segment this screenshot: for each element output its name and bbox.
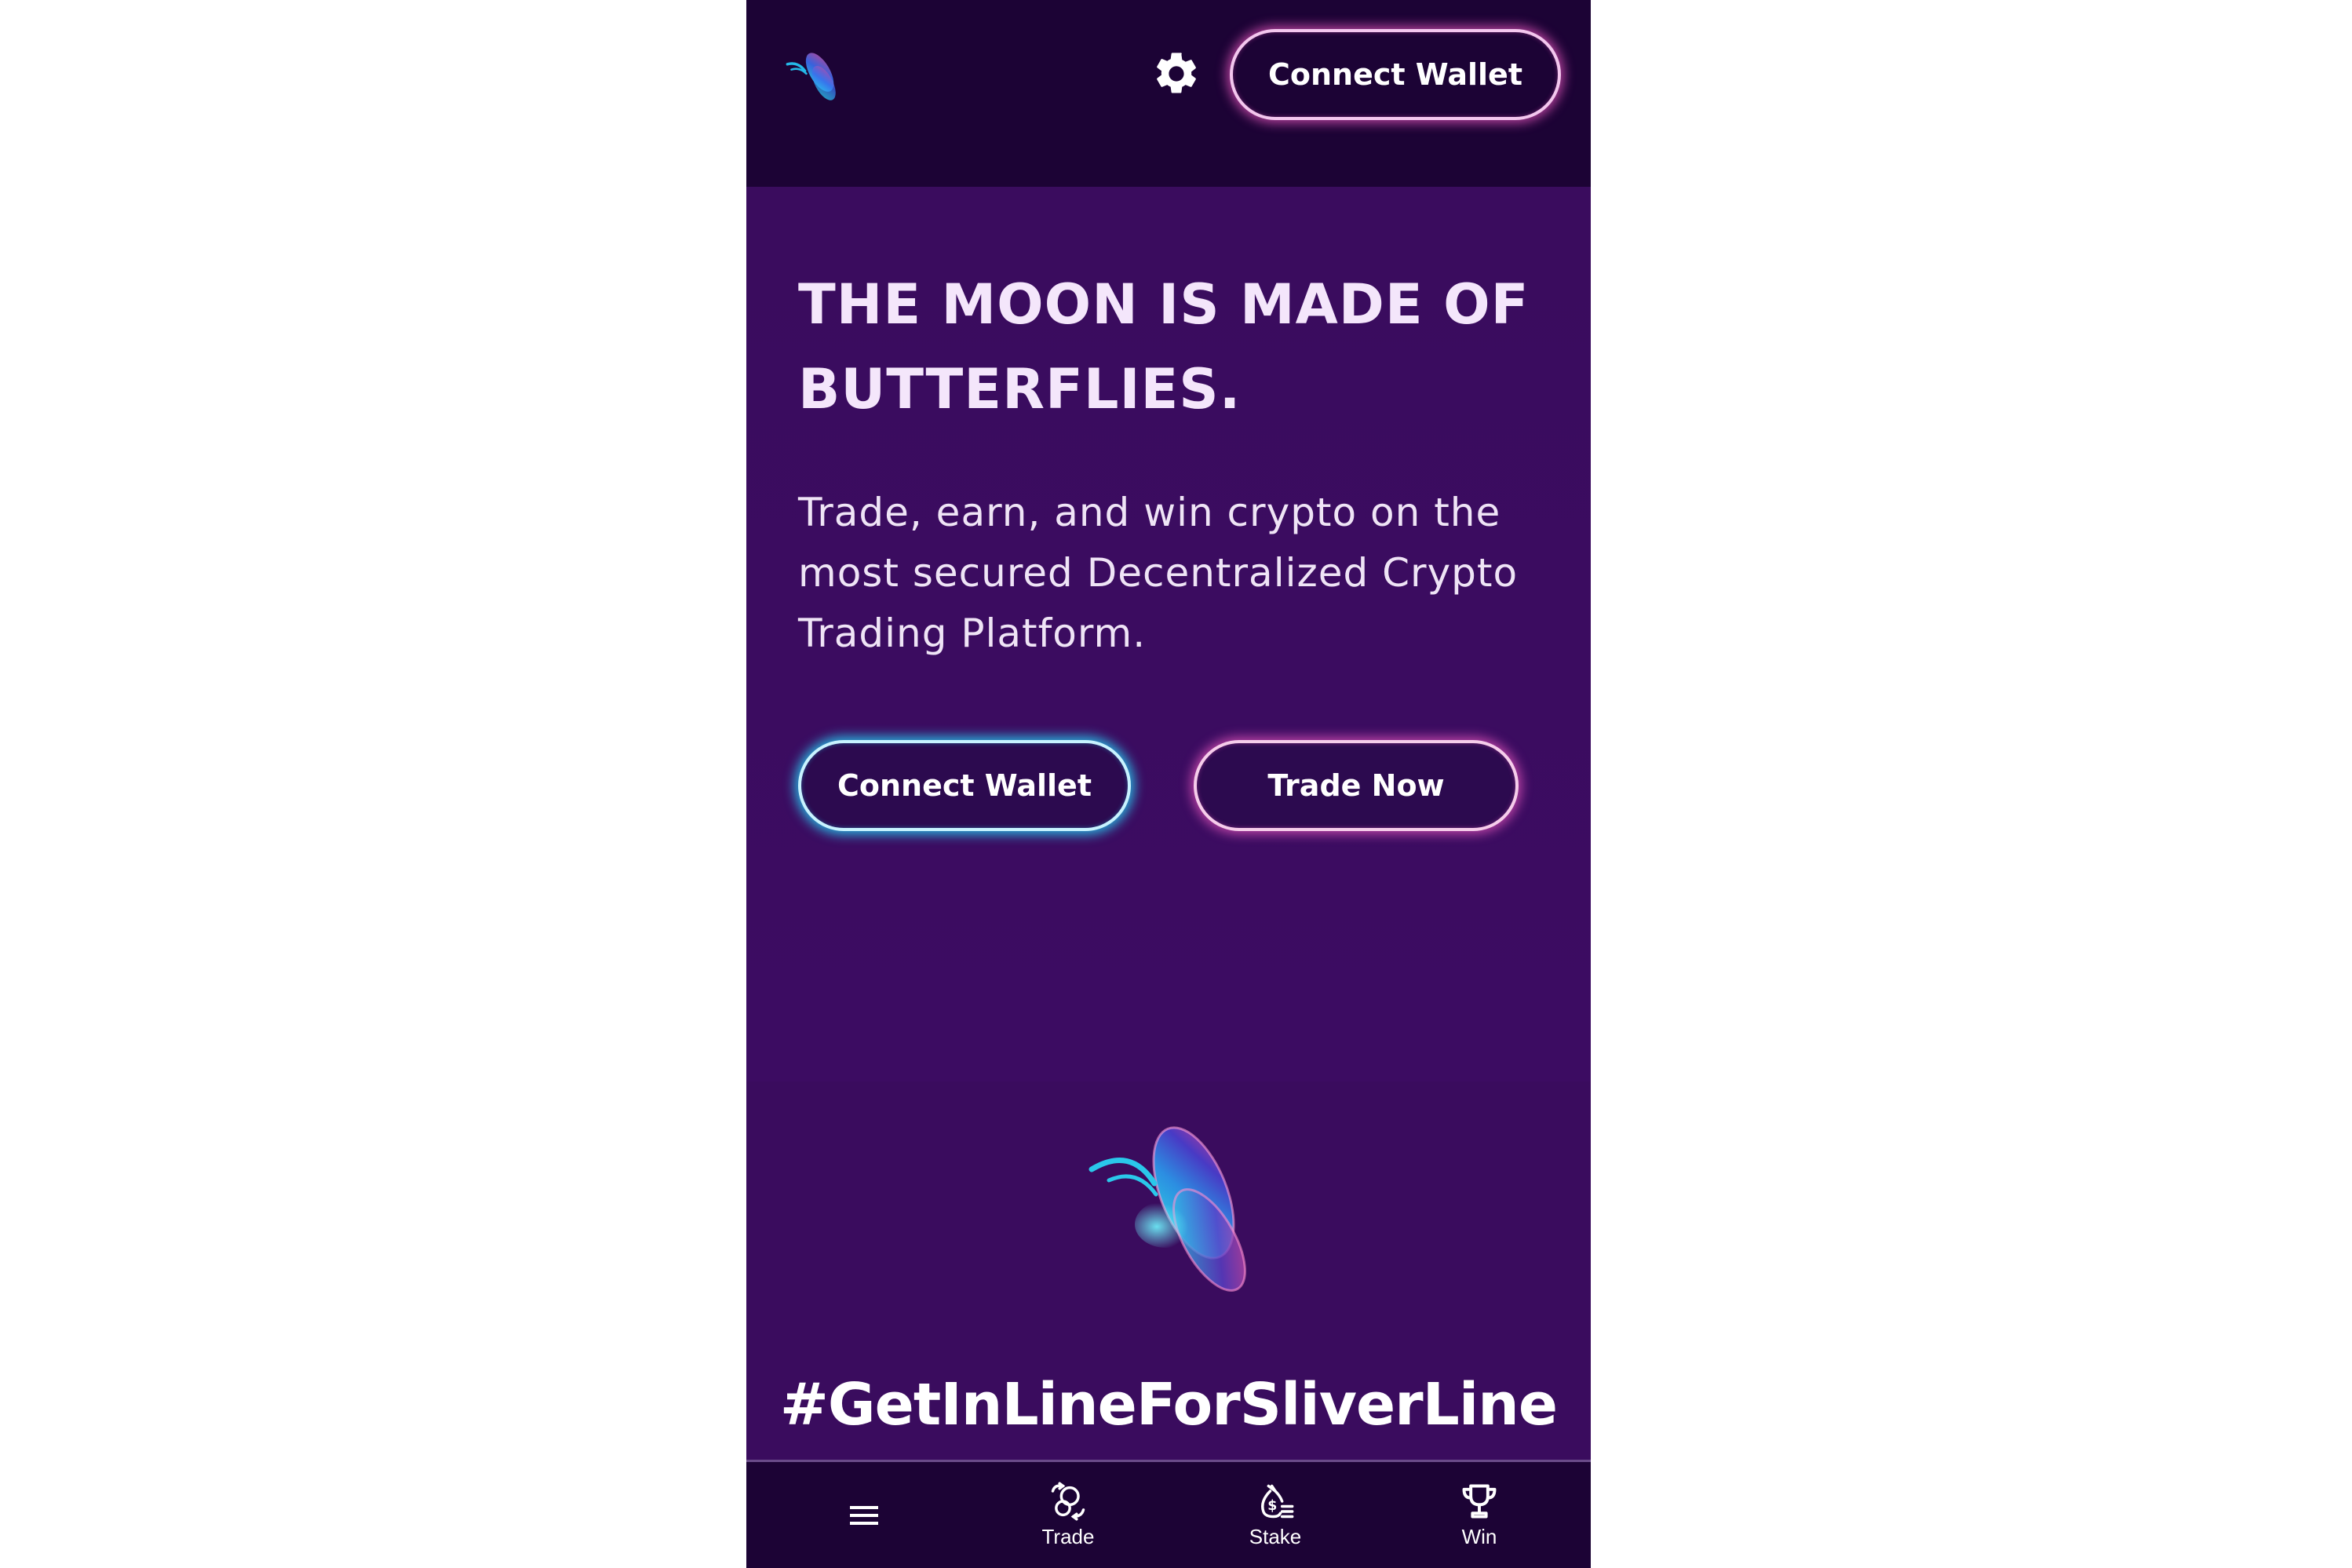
hero-section: THE MOON IS MADE OF BUTTERFLIES. Trade, … (746, 187, 1591, 1081)
butterfly-illustration-icon (1088, 1126, 1246, 1292)
nav-trade-label: Trade (1041, 1525, 1095, 1548)
nav-stake-label: Stake (1249, 1525, 1302, 1548)
nav-win[interactable]: Win (1424, 1462, 1534, 1568)
nav-trade[interactable]: Trade (1013, 1462, 1123, 1568)
svg-text:$: $ (1267, 1498, 1277, 1514)
header-connect-wallet-button[interactable]: Connect Wallet (1230, 29, 1561, 120)
trade-now-button[interactable]: Trade Now (1194, 740, 1519, 831)
hero-headline: THE MOON IS MADE OF BUTTERFLIES. (798, 272, 1530, 421)
hero-connect-wallet-button[interactable]: Connect Wallet (798, 740, 1131, 831)
nav-win-label: Win (1461, 1525, 1497, 1548)
app-screen: Connect Wallet THE MOON IS MADE OF BUTTE… (746, 0, 1591, 1568)
hero-subtitle: Trade, earn, and win crypto on the most … (798, 490, 1519, 656)
top-header: Connect Wallet (746, 0, 1591, 187)
money-bag-icon: $ (1261, 1484, 1294, 1519)
trade-icon (1051, 1482, 1085, 1521)
settings-gear-icon[interactable] (1151, 49, 1202, 99)
hashtag-text: #GetInLineForSliverLine (779, 1371, 1558, 1439)
trophy-icon (1462, 1484, 1497, 1519)
nav-stake[interactable]: $ Stake (1220, 1462, 1330, 1568)
nav-menu[interactable] (809, 1462, 919, 1568)
butterfly-logo-icon[interactable] (779, 44, 847, 111)
bottom-navigation: Trade $ Stake Win (746, 1462, 1591, 1568)
hamburger-menu-icon (850, 1505, 878, 1525)
